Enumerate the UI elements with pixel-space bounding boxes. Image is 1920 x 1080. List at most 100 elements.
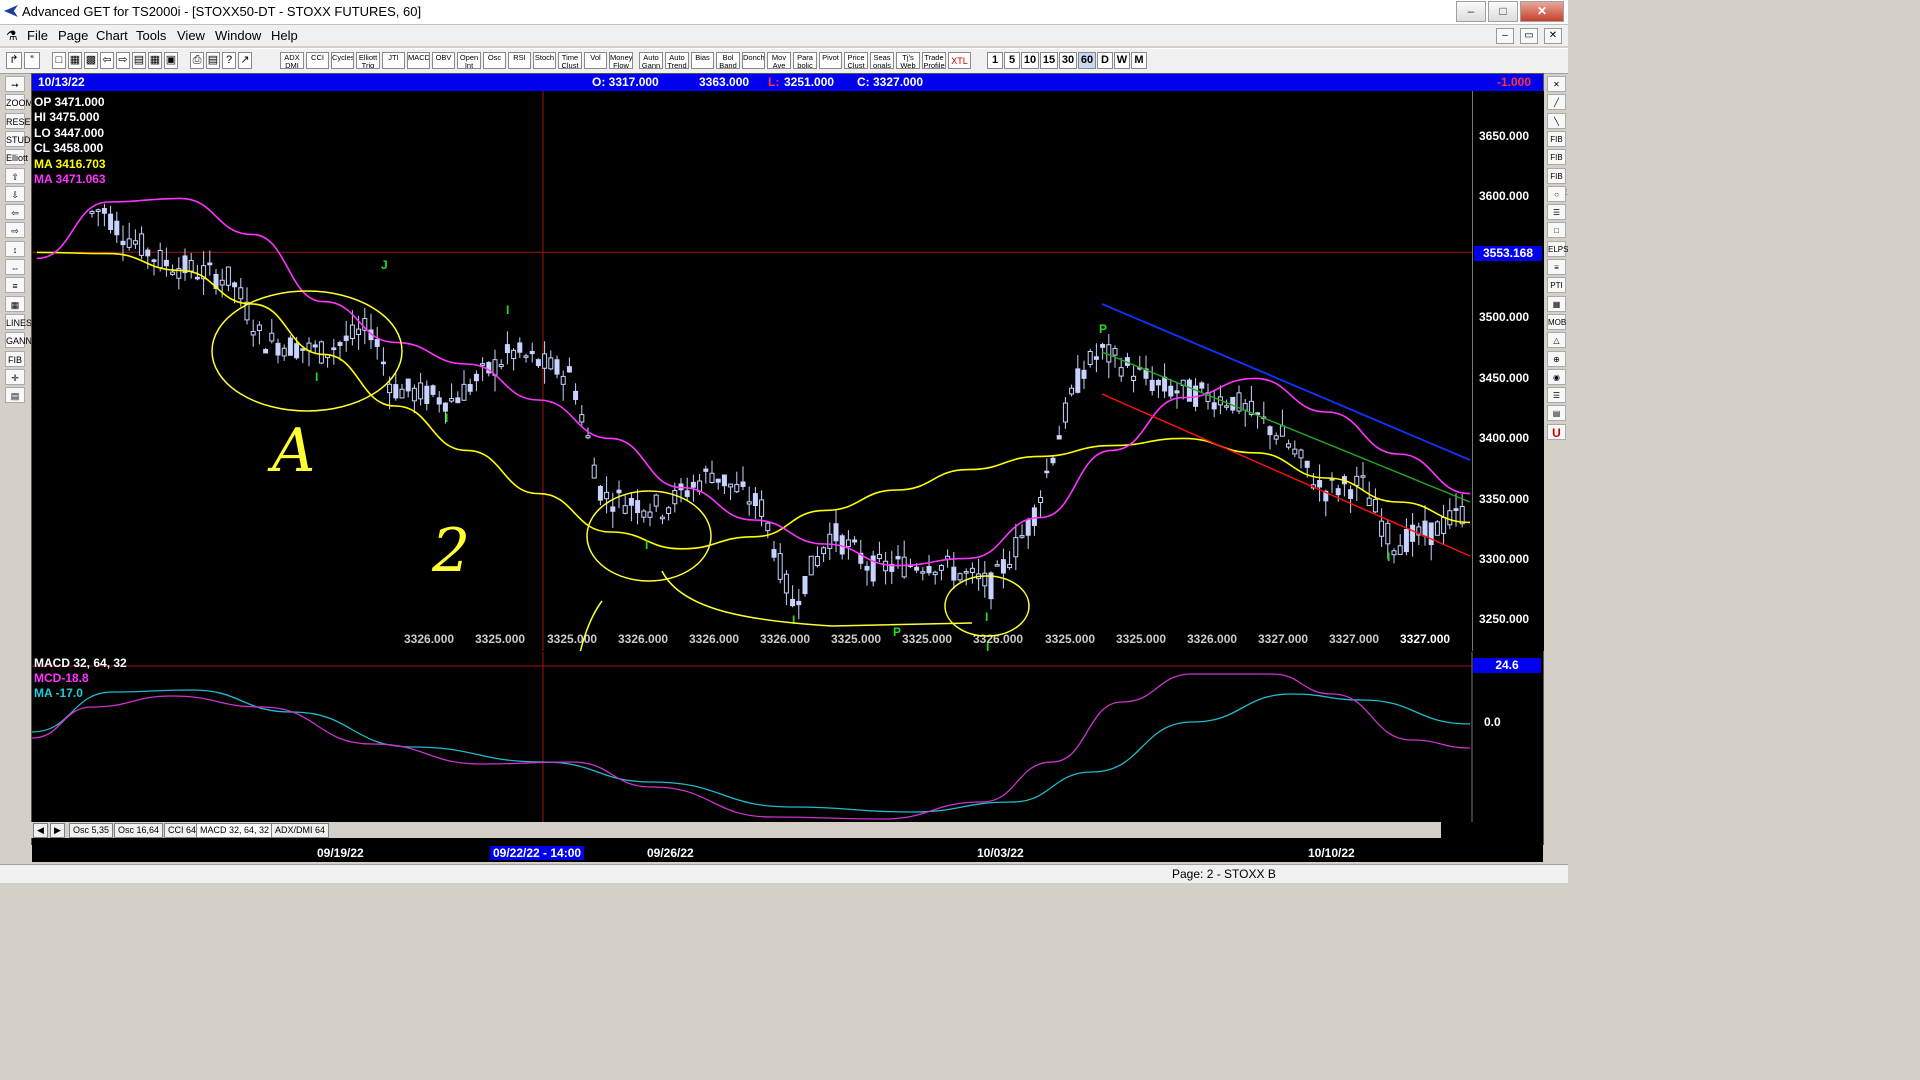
indicator-button-money-flow[interactable]: Money Flow [609,52,633,69]
left-tool-button[interactable]: STUDY [5,130,37,147]
indicator-button-mov-ave[interactable]: Mov Ave [767,52,791,69]
left-tool-button[interactable]: ⇨ [5,222,25,239]
indicator-button-cycles[interactable]: Cycles [331,52,354,69]
indicator-button-adx-dmi[interactable]: ADX DMI [280,52,304,69]
right-tool-button[interactable]: ╱ [1547,94,1566,111]
tab-cci-64[interactable]: CCI 64 [164,823,201,838]
tab-adx-dmi[interactable]: ADX/DMI 64 [271,823,330,838]
maximize-button[interactable]: □ [1488,1,1518,22]
menu-file[interactable]: File [27,28,48,43]
left-tool-button[interactable]: ZOOM [5,94,33,111]
left-tool-button[interactable]: ✛ [5,368,25,385]
right-tool-button[interactable]: ⊕ [1547,350,1566,367]
left-tool-button[interactable]: ≡ [5,277,25,294]
left-tool-button[interactable]: ⇧ [5,167,25,184]
right-tool-button[interactable]: □ [1547,222,1566,239]
left-tool-button[interactable]: LINES [5,313,32,330]
indicator-button-bol-band[interactable]: Bol Band [716,52,740,69]
left-tool-button[interactable]: ⇦ [5,204,25,221]
tab-scroll-right-icon[interactable]: ▶ [50,823,65,838]
indicator-button-rsi[interactable]: RSI [508,52,531,69]
period-button-60[interactable]: 60 [1078,52,1096,69]
menu-window[interactable]: Window [215,28,261,43]
menu-chart[interactable]: Chart [96,28,128,43]
period-button-m[interactable]: M [1131,52,1147,69]
indicator-button-auto-gann[interactable]: Auto Gann [639,52,663,69]
save-icon[interactable]: ▩ [84,52,98,69]
quote-icon[interactable]: ” [24,52,40,69]
left-tool-button[interactable]: ▦ [5,295,25,312]
indicator-button-cci[interactable]: CCI [306,52,329,69]
indicator-button-elliott-trig[interactable]: Elliott Trig [356,52,380,69]
indicator-button-auto-trend[interactable]: Auto Trend [665,52,689,69]
left-tool-button[interactable]: GANN [5,332,32,349]
left-tool-button[interactable]: ⇔ [5,259,25,275]
tab-osc-5-35[interactable]: Osc 5,35 [69,823,114,838]
menu-page[interactable]: Page [58,28,88,43]
left-tool-button[interactable]: ➙ [5,76,25,92]
menu-view[interactable]: View [177,28,205,43]
indicator-button-price-clust[interactable]: Price Clust [844,52,868,69]
indicator-button-osc[interactable]: Osc [483,52,506,69]
right-tool-button[interactable]: ✕ [1547,76,1566,92]
new-page-icon[interactable]: □ [52,52,66,69]
context-help-icon[interactable]: ↗ [238,52,252,69]
tab-scroll-left-icon[interactable]: ◀ [33,823,48,838]
indicator-button-open-int[interactable]: Open Int [457,52,481,69]
right-tool-button[interactable]: FIB TIME [1547,167,1567,197]
right-tool-button[interactable]: ╲ [1547,112,1566,129]
period-button-10[interactable]: 10 [1021,52,1039,69]
indicator-button-jti[interactable]: JTI [382,52,405,69]
right-tool-button[interactable]: ▦ [1547,295,1566,312]
indicator-button-bias[interactable]: Bias [691,52,714,69]
left-tool-button[interactable]: RESET [5,112,36,129]
pointer-icon[interactable]: ↱ [6,52,22,69]
period-button-1[interactable]: 1 [987,52,1003,69]
period-button-15[interactable]: 15 [1040,52,1058,69]
indicator-button-obv[interactable]: OBV [432,52,455,69]
indicator-button-para-bolic[interactable]: Para bolic [793,52,817,69]
period-button-5[interactable]: 5 [1004,52,1020,69]
mdi-minimize-icon[interactable]: – [1496,28,1514,44]
left-tool-button[interactable]: Elliott [5,149,28,166]
minimize-button[interactable]: – [1456,1,1486,22]
right-tool-button[interactable]: ☰ [1547,204,1566,221]
period-button-d[interactable]: D [1097,52,1113,69]
help-icon[interactable]: ? [222,52,236,69]
period-button-30[interactable]: 30 [1059,52,1077,69]
left-tool-button[interactable]: ▤ [5,387,25,404]
indicator-button-seas-onals[interactable]: Seas onals [870,52,894,69]
tab-macd[interactable]: MACD 32, 64, 32 [196,823,274,838]
indicator-button-trade-profile[interactable]: Trade Profile [922,52,946,69]
right-tool-button[interactable]: FIB EXT [1547,149,1566,178]
right-tool-button[interactable]: MOB [1547,313,1566,330]
open-icon[interactable]: ▦ [68,52,82,69]
indicator-button-xtl[interactable]: XTL [948,52,971,69]
right-tool-button[interactable]: ○ [1547,185,1566,202]
left-tool-button[interactable]: ↕ [5,240,25,257]
right-tool-button[interactable]: ▤ [1547,405,1566,422]
right-tool-button[interactable]: PTI [1547,277,1566,294]
mdi-restore-icon[interactable]: ▭ [1520,28,1538,44]
left-tool-button[interactable]: ⇩ [5,185,25,202]
indicator-button-donch[interactable]: Donch [742,52,765,69]
chart-window[interactable]: 10/13/22 O: 3317.000 3363.000 L: 3251.00… [31,73,1544,862]
right-tool-button[interactable]: FIB RET [1547,130,1566,160]
grid-icon[interactable]: ▦ [148,52,162,69]
right-tool-button[interactable]: ≡ [1547,259,1566,275]
right-tool-button[interactable]: △ [1547,332,1566,349]
indicator-button-stoch[interactable]: Stoch [533,52,556,69]
left-tool-button[interactable]: FIB [5,350,25,367]
right-tool-button[interactable]: ELPS [1547,240,1568,257]
preview-icon[interactable]: ▤ [206,52,220,69]
menu-help[interactable]: Help [271,28,298,43]
period-button-w[interactable]: W [1114,52,1130,69]
indicator-button-macd[interactable]: MACD [407,52,430,69]
right-tool-button[interactable]: ◉ [1547,368,1566,385]
indicator-button-pivot[interactable]: Pivot [819,52,842,69]
indicator-button-tj-s-web[interactable]: Tj's Web [896,52,920,69]
print-icon[interactable]: ⎙ [190,52,204,69]
menu-tools[interactable]: Tools [136,28,166,43]
price-chart[interactable]: 3326.000 3325.000 3325.000 3326.000 3326.000… [32,91,1472,651]
close-button[interactable]: ✕ [1520,1,1564,22]
